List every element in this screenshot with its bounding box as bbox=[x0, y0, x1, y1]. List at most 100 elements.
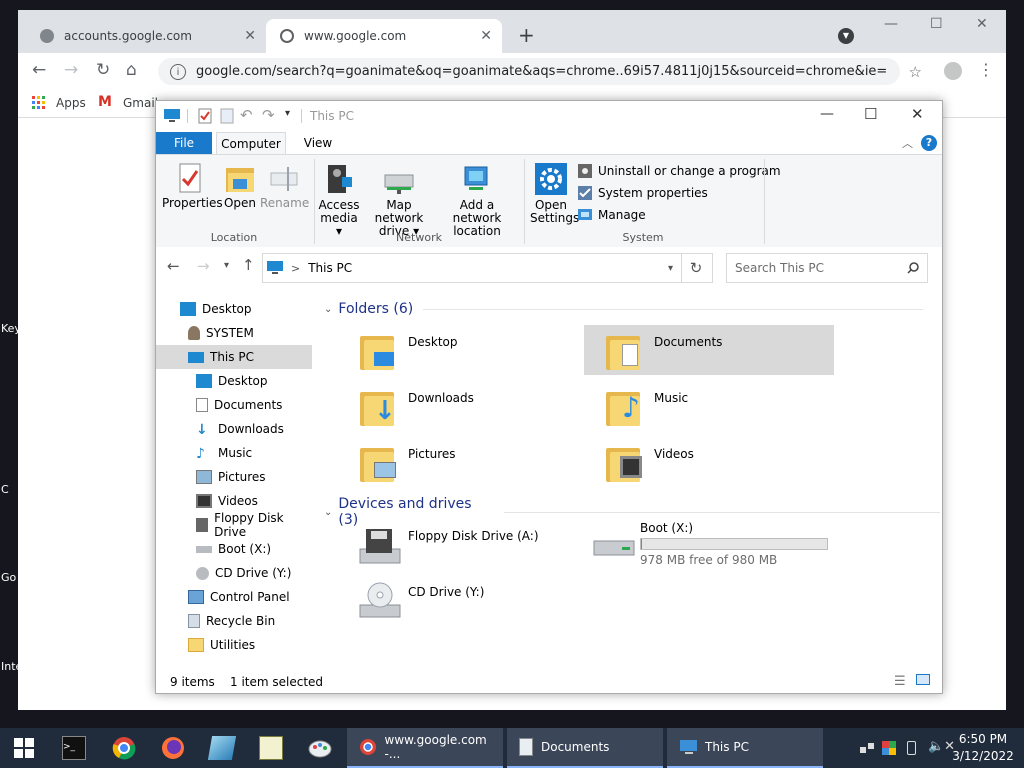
drive-tile-boot[interactable]: Boot (X:) 978 MB free of 980 MB bbox=[584, 521, 844, 573]
network-icon[interactable] bbox=[860, 741, 874, 755]
tab-file[interactable]: File bbox=[156, 132, 212, 154]
recent-locations-icon[interactable]: ▾ bbox=[224, 260, 229, 271]
profile-icon[interactable] bbox=[944, 62, 962, 80]
firefox-icon[interactable] bbox=[161, 736, 185, 760]
close-icon[interactable]: ✕ bbox=[976, 16, 988, 32]
back-icon[interactable]: ← bbox=[167, 257, 180, 275]
folder-tile-desktop[interactable]: Desktop bbox=[338, 325, 588, 375]
nav-item-downloads[interactable]: ↓ Downloads bbox=[156, 417, 312, 441]
drive-tile-floppy[interactable]: Floppy Disk Drive (A:) bbox=[338, 521, 588, 573]
add-network-location-button[interactable]: Add a network location bbox=[438, 163, 516, 238]
tab-accounts[interactable]: accounts.google.com ✕ bbox=[26, 19, 266, 53]
help-icon[interactable]: ? bbox=[921, 135, 937, 151]
nav-item-desktop[interactable]: Desktop bbox=[156, 297, 312, 321]
uninstall-program-button[interactable]: Uninstall or change a program bbox=[578, 161, 781, 181]
paint-app-icon[interactable] bbox=[308, 736, 332, 760]
chrome-icon[interactable] bbox=[112, 736, 136, 760]
nav-item-pictures[interactable]: Pictures bbox=[156, 465, 312, 489]
gmail-icon: M bbox=[98, 94, 112, 110]
search-box[interactable]: Search This PC bbox=[726, 253, 928, 283]
large-icons-view-icon[interactable] bbox=[916, 674, 930, 685]
color-app-tray-icon[interactable] bbox=[882, 741, 896, 755]
tab-close-icon[interactable]: ✕ bbox=[480, 28, 492, 44]
access-media-button[interactable]: Access media ▾ bbox=[318, 163, 360, 238]
reload-icon[interactable]: ↻ bbox=[96, 60, 110, 80]
usb-drive-icon[interactable] bbox=[907, 741, 916, 755]
minimize-icon[interactable]: — bbox=[884, 16, 898, 32]
details-view-icon[interactable]: ☰ bbox=[894, 674, 906, 689]
address-bar[interactable]: i google.com/search?q=goanimate&oq=goani… bbox=[158, 58, 922, 85]
tab-search-icon[interactable]: ▼ bbox=[838, 28, 854, 44]
windows-start-icon[interactable] bbox=[13, 737, 37, 761]
chart-app-icon[interactable] bbox=[259, 736, 283, 760]
explorer-address-bar[interactable]: > This PC ▾ bbox=[262, 253, 682, 283]
nav-label: Music bbox=[218, 446, 253, 460]
tab-computer[interactable]: Computer bbox=[216, 132, 286, 154]
nav-item-documents[interactable]: Documents bbox=[156, 393, 312, 417]
nav-item-desktop-sub[interactable]: Desktop bbox=[156, 369, 312, 393]
folders-header[interactable]: ⌄ Folders (6) bbox=[324, 301, 924, 317]
bookmark-apps[interactable]: Apps bbox=[56, 96, 86, 110]
tab-view[interactable]: View bbox=[296, 132, 340, 154]
open-settings-button[interactable]: Open Settings bbox=[530, 163, 579, 225]
new-folder-quick-icon[interactable] bbox=[220, 108, 234, 124]
forward-icon[interactable]: → bbox=[64, 60, 78, 80]
customize-toolbar-icon[interactable]: ▾ bbox=[285, 108, 290, 119]
nav-item-floppy[interactable]: Floppy Disk Drive bbox=[156, 511, 312, 539]
search-input[interactable]: Search This PC bbox=[735, 261, 824, 275]
map-network-drive-button[interactable]: Map network drive ▾ bbox=[362, 163, 436, 238]
taskbar-task-documents[interactable]: Documents bbox=[507, 728, 663, 768]
nav-item-cd[interactable]: CD Drive (Y:) bbox=[156, 561, 312, 585]
bookmark-gmail[interactable]: Gmail bbox=[123, 96, 158, 110]
new-tab-button[interactable]: + bbox=[518, 23, 535, 47]
maximize-icon[interactable]: ☐ bbox=[930, 16, 943, 32]
info-icon[interactable]: i bbox=[170, 63, 186, 80]
up-icon[interactable]: ↑ bbox=[242, 256, 255, 274]
address-dropdown-icon[interactable]: ▾ bbox=[668, 263, 673, 274]
nav-item-system[interactable]: SYSTEM bbox=[156, 321, 312, 345]
apps-grid-icon[interactable] bbox=[32, 96, 46, 110]
taskbar-task-chrome[interactable]: www.google.com -... bbox=[347, 728, 503, 768]
close-icon[interactable]: ✕ bbox=[911, 105, 924, 123]
network-drive-icon bbox=[384, 174, 414, 194]
menu-kebab-icon[interactable]: ⋮ bbox=[978, 60, 994, 79]
home-icon[interactable]: ⌂ bbox=[126, 60, 137, 80]
rename-button[interactable]: Rename bbox=[260, 163, 309, 210]
taskbar-task-this-pc[interactable]: This PC bbox=[667, 728, 823, 768]
folder-tile-downloads[interactable]: ↓ Downloads bbox=[338, 381, 588, 431]
collapse-ribbon-icon[interactable]: ︿ bbox=[902, 135, 913, 151]
nav-item-music[interactable]: ♪ Music bbox=[156, 441, 312, 465]
breadcrumb-this-pc[interactable]: This PC bbox=[308, 261, 352, 275]
back-icon[interactable]: ← bbox=[32, 60, 46, 80]
nav-item-boot[interactable]: Boot (X:) bbox=[156, 537, 312, 561]
ribbon-tabs: File Computer View ︿ ? bbox=[156, 132, 942, 154]
drive-tile-cd[interactable]: CD Drive (Y:) bbox=[338, 577, 588, 629]
undo-icon[interactable]: ↶ bbox=[240, 106, 253, 124]
redo-icon[interactable]: ↷ bbox=[262, 106, 275, 124]
tab-close-icon[interactable]: ✕ bbox=[244, 28, 256, 44]
tab-google[interactable]: www.google.com ✕ bbox=[266, 19, 502, 53]
properties-button[interactable]: Properties bbox=[162, 163, 223, 210]
maximize-icon[interactable]: ☐ bbox=[864, 105, 877, 123]
nav-item-recycle-bin[interactable]: Recycle Bin bbox=[156, 609, 312, 633]
nav-item-videos[interactable]: Videos bbox=[156, 489, 312, 513]
button-label: Properties bbox=[162, 196, 223, 210]
refresh-icon[interactable]: ↻ bbox=[680, 253, 713, 283]
minimize-icon[interactable]: — bbox=[820, 106, 834, 122]
forward-icon[interactable]: → bbox=[197, 257, 210, 275]
system-properties-button[interactable]: System properties bbox=[578, 183, 708, 203]
manage-button[interactable]: Manage bbox=[578, 205, 646, 225]
nav-item-control-panel[interactable]: Control Panel bbox=[156, 585, 312, 609]
folder-tile-videos[interactable]: Videos bbox=[584, 437, 834, 487]
properties-quick-icon[interactable] bbox=[198, 108, 212, 124]
star-icon[interactable]: ☆ bbox=[909, 63, 922, 81]
folder-tile-music[interactable]: ♪ Music bbox=[584, 381, 834, 431]
notepad-app-icon[interactable] bbox=[207, 736, 237, 760]
command-prompt-icon[interactable]: >_ bbox=[62, 736, 86, 760]
open-button[interactable]: Open bbox=[222, 163, 258, 210]
folder-tile-pictures[interactable]: Pictures bbox=[338, 437, 588, 487]
nav-item-utilities[interactable]: Utilities bbox=[156, 633, 312, 657]
system-clock[interactable]: 6:50 PM 3/12/2022 bbox=[950, 731, 1016, 765]
folder-tile-documents[interactable]: Documents bbox=[584, 325, 834, 375]
nav-item-this-pc[interactable]: This PC bbox=[156, 345, 312, 369]
